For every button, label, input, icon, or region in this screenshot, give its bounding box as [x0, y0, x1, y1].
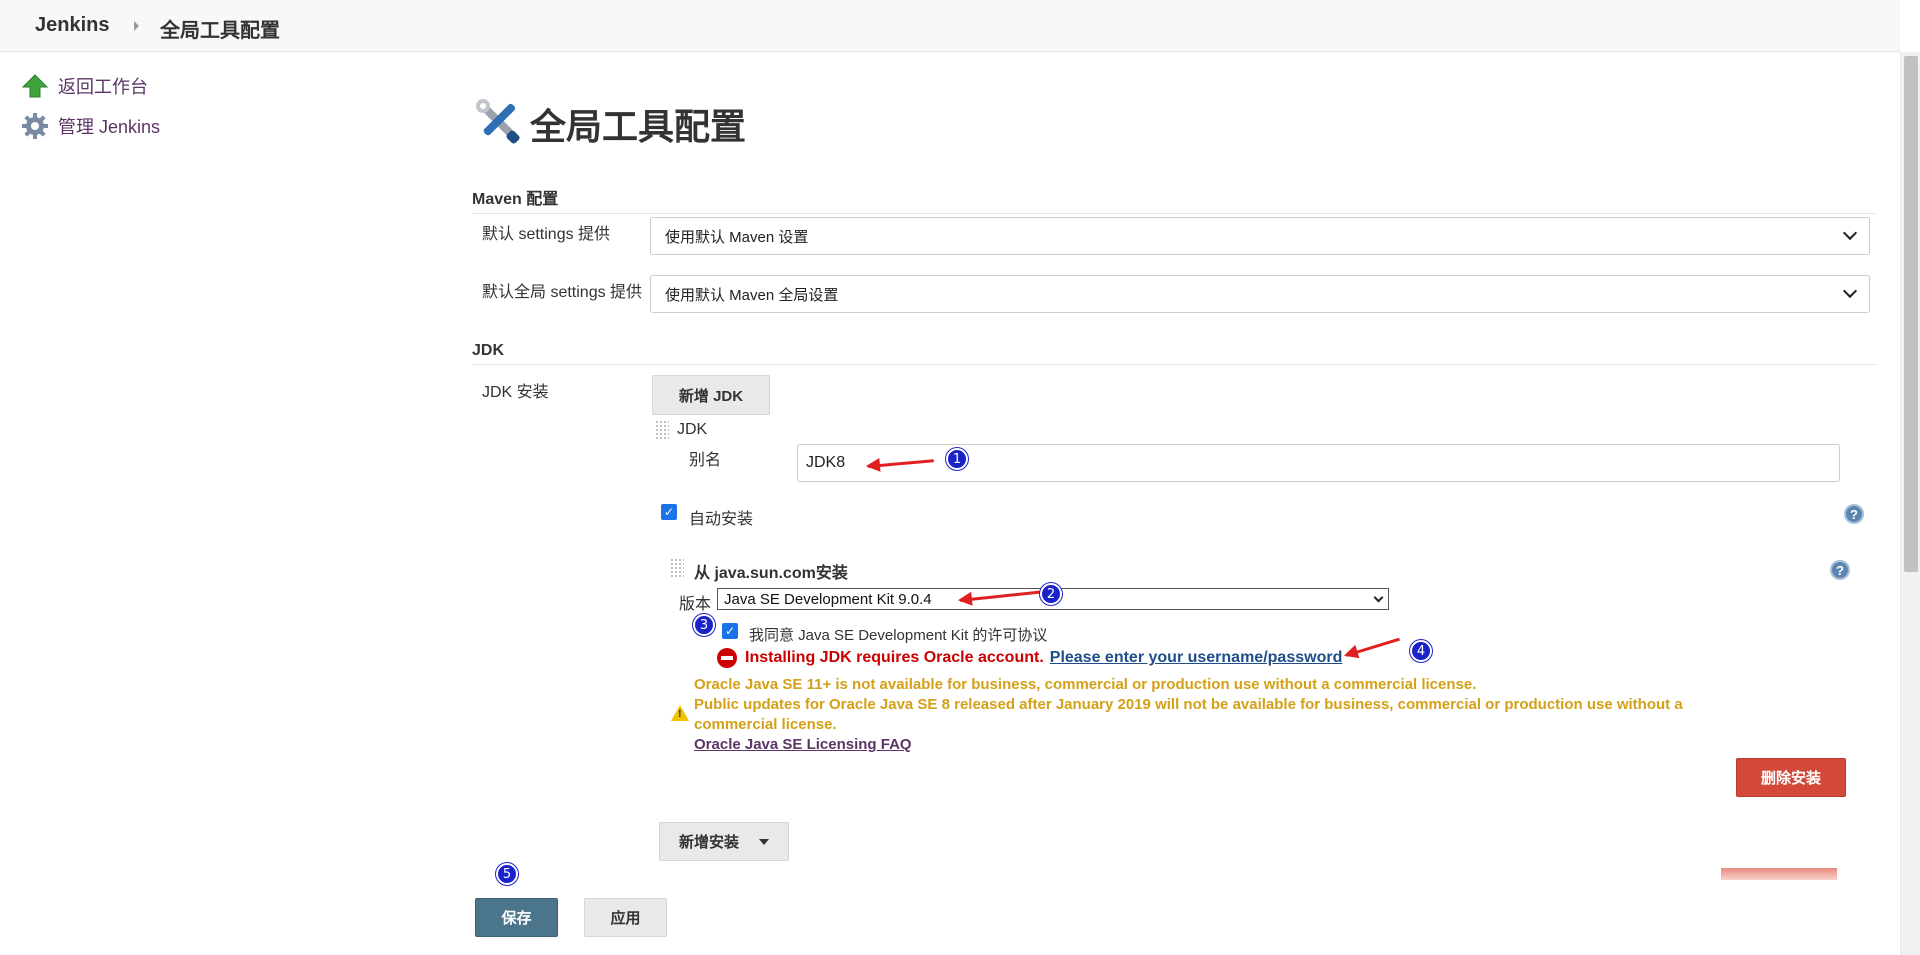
- apply-button[interactable]: 应用: [584, 898, 667, 937]
- auto-install-checkbox[interactable]: ✓: [661, 504, 677, 520]
- oracle-account-error: Installing JDK requires Oracle account. …: [717, 648, 1342, 668]
- breadcrumb-home[interactable]: Jenkins: [35, 14, 109, 37]
- chevron-down-icon: [1842, 283, 1858, 299]
- page-title: 全局工具配置: [472, 95, 746, 152]
- global-settings-select-value: 使用默认 Maven 全局设置: [665, 286, 839, 304]
- warning-line-1: Oracle Java SE 11+ is not available for …: [694, 676, 1477, 693]
- global-settings-select[interactable]: 使用默认 Maven 全局设置: [650, 275, 1870, 313]
- warning-line-2: Public updates for Oracle Java SE 8 rele…: [694, 696, 1683, 713]
- annotation-marker-2: 2: [1040, 583, 1062, 605]
- add-installer-label: 新增安装: [678, 834, 739, 851]
- delete-install-button[interactable]: 删除安装: [1736, 758, 1846, 797]
- page-heading: 全局工具配置: [530, 105, 747, 147]
- warning-icon: [671, 705, 689, 721]
- auto-install-label: 自动安装: [689, 511, 754, 528]
- installer-title: 从 java.sun.com安装: [694, 565, 848, 582]
- drag-handle-icon[interactable]: [655, 420, 669, 440]
- settings-select[interactable]: 使用默认 Maven 设置: [650, 217, 1870, 255]
- global-settings-label: 默认全局 settings 提供: [482, 284, 643, 301]
- help-icon[interactable]: ?: [1844, 504, 1864, 524]
- licensing-faq-link[interactable]: Oracle Java SE Licensing FAQ: [694, 736, 912, 753]
- chevron-down-icon: [1373, 592, 1384, 602]
- version-select-value: Java SE Development Kit 9.0.4: [724, 590, 932, 608]
- error-stop-icon: [717, 648, 737, 668]
- agree-license-checkbox[interactable]: ✓: [722, 623, 738, 639]
- settings-select-value: 使用默认 Maven 设置: [665, 228, 809, 246]
- agree-license-label: 我同意 Java SE Development Kit 的许可协议: [749, 627, 1048, 644]
- breadcrumb-bar: Jenkins 全局工具配置: [0, 0, 1900, 52]
- partial-delete-button[interactable]: [1721, 868, 1837, 880]
- maven-section-title: Maven 配置: [472, 185, 1876, 214]
- save-button[interactable]: 保存: [475, 898, 558, 937]
- sidebar-item-manage-jenkins[interactable]: 管理 Jenkins: [20, 111, 160, 141]
- annotation-arrow: [1345, 637, 1400, 657]
- help-icon[interactable]: ?: [1830, 560, 1850, 580]
- enter-credentials-link[interactable]: Please enter your username/password: [1050, 649, 1343, 667]
- up-arrow-icon: [20, 71, 50, 101]
- scrollbar-thumb[interactable]: [1904, 56, 1918, 572]
- annotation-marker-1: 1: [946, 448, 968, 470]
- annotation-marker-3: 3: [693, 614, 715, 636]
- annotation-marker-5: 5: [496, 863, 518, 885]
- warning-line-3: commercial license.: [694, 716, 837, 733]
- add-installer-button[interactable]: 新增安装: [659, 822, 789, 861]
- dropdown-caret-icon: [759, 838, 769, 845]
- jdk-install-label: JDK 安装: [482, 384, 549, 401]
- tools-icon: [472, 95, 524, 152]
- breadcrumb-current[interactable]: 全局工具配置: [160, 14, 280, 43]
- sidebar-item-label: 管理 Jenkins: [58, 117, 161, 137]
- error-text: Installing JDK requires Oracle account.: [745, 649, 1044, 666]
- jdk-section-title: JDK: [472, 342, 1876, 365]
- chevron-down-icon: [1842, 225, 1858, 241]
- license-warning: Oracle Java SE 11+ is not available for …: [694, 675, 1854, 755]
- version-label: 版本: [679, 596, 712, 613]
- sidebar-item-back-dashboard[interactable]: 返回工作台: [20, 71, 148, 101]
- sidebar-item-label: 返回工作台: [58, 77, 148, 97]
- gear-icon: [20, 111, 50, 141]
- add-jdk-button[interactable]: 新增 JDK: [652, 375, 770, 415]
- page-scrollbar[interactable]: [1900, 52, 1920, 955]
- breadcrumb-separator-icon: [134, 21, 139, 31]
- jdk-item-title: JDK: [677, 421, 708, 438]
- settings-label: 默认 settings 提供: [482, 226, 611, 243]
- annotation-marker-4: 4: [1410, 640, 1432, 662]
- drag-handle-icon[interactable]: [670, 558, 684, 578]
- alias-label: 别名: [689, 452, 722, 469]
